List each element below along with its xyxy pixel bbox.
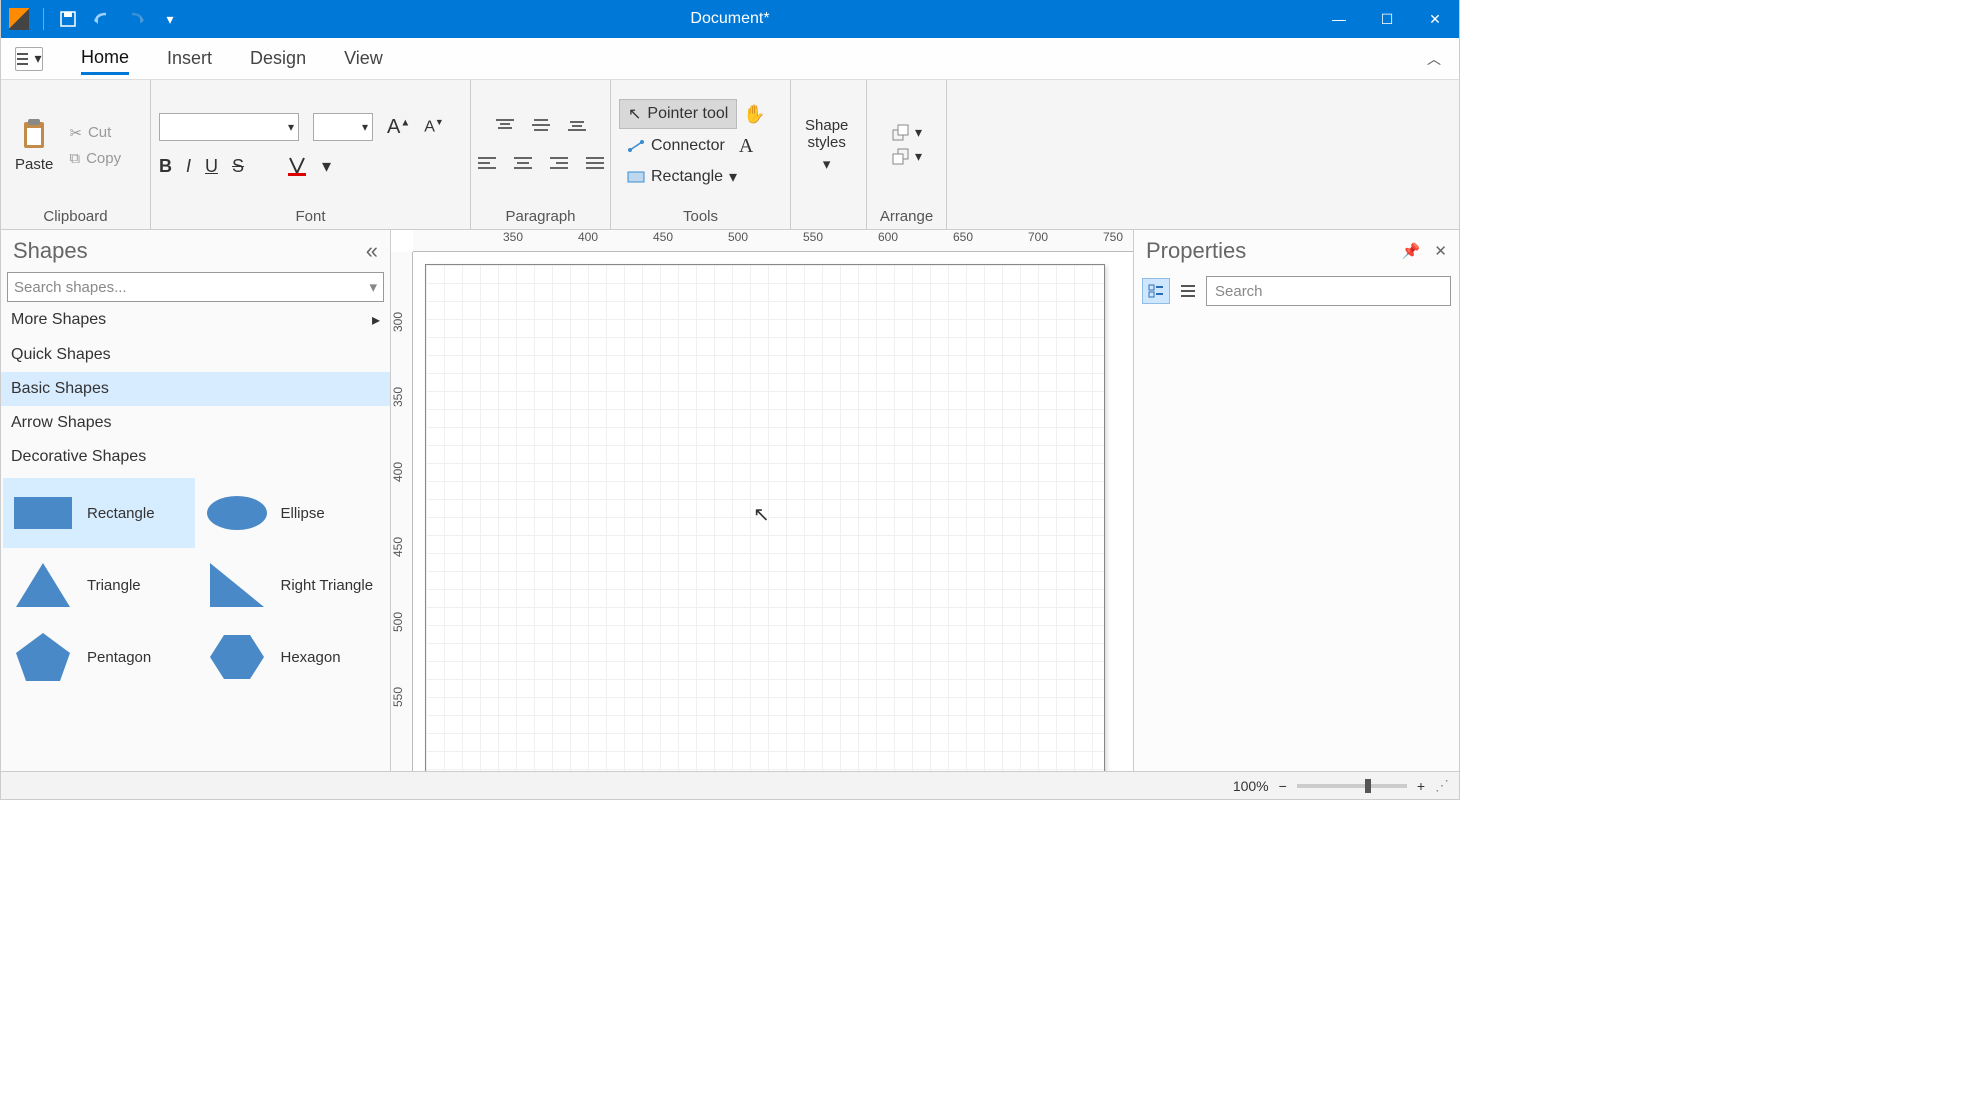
rectangle-dropdown-icon[interactable]: ▾ (729, 167, 737, 187)
pointer-icon: ↖ (628, 104, 641, 124)
paste-button[interactable]: Paste (9, 114, 59, 177)
status-bar: 100% − + ⋰ (1, 771, 1459, 799)
align-justify-icon[interactable] (584, 155, 606, 173)
font-color-button[interactable] (286, 155, 308, 177)
group-tools-label: Tools (619, 206, 782, 227)
shape-hexagon[interactable]: Hexagon (197, 622, 389, 692)
grow-font-icon[interactable]: A▲ (387, 116, 410, 139)
zoom-level-label[interactable]: 100% (1233, 778, 1269, 794)
align-bottom-icon[interactable] (566, 117, 588, 135)
quick-shapes-category[interactable]: Quick Shapes (1, 338, 390, 372)
group-paragraph-label: Paragraph (479, 206, 602, 227)
zoom-out-icon[interactable]: − (1279, 778, 1287, 794)
shape-styles-button[interactable]: Shape styles ▾ (799, 113, 854, 177)
canvas[interactable]: ↖ (413, 252, 1133, 771)
zoom-slider[interactable] (1297, 784, 1407, 788)
shape-rectangle[interactable]: Rectangle (3, 478, 195, 548)
pin-icon[interactable]: 📌 (1402, 242, 1421, 260)
canvas-area: 350 400 450 500 550 600 650 700 750 300 … (391, 230, 1133, 771)
align-right-icon[interactable] (548, 155, 570, 173)
shape-ellipse[interactable]: Ellipse (197, 478, 389, 548)
bring-forward-button[interactable]: ▾ (891, 124, 922, 142)
shape-right-triangle[interactable]: Right Triangle (197, 550, 389, 620)
arrow-shapes-category[interactable]: Arrow Shapes (1, 406, 390, 440)
rectangle-tool-button[interactable]: Rectangle ▾ (619, 163, 745, 191)
font-family-dropdown[interactable]: ▾ (159, 113, 299, 141)
properties-search-input[interactable]: Search (1206, 276, 1451, 306)
categorized-view-button[interactable] (1142, 278, 1170, 304)
cut-button[interactable]: ✂Cut (65, 122, 125, 144)
properties-panel-title: Properties (1146, 238, 1246, 264)
tab-view[interactable]: View (344, 44, 383, 73)
send-backward-icon (891, 148, 911, 166)
pan-tool-icon[interactable]: ✋ (743, 104, 765, 125)
shapes-search-input[interactable]: Search shapes... ▾ (7, 272, 384, 302)
align-top-icon[interactable] (494, 117, 516, 135)
shapes-panel: Shapes « Search shapes... ▾ More Shapes▸… (1, 230, 391, 771)
strike-button[interactable]: S (232, 156, 244, 177)
tab-home[interactable]: Home (81, 43, 129, 75)
shapes-panel-title: Shapes (13, 238, 88, 264)
shape-triangle[interactable]: Triangle (3, 550, 195, 620)
text-tool-icon[interactable]: A (739, 135, 753, 158)
send-backward-button[interactable]: ▾ (891, 148, 922, 166)
chevron-down-icon[interactable]: ▾ (369, 278, 377, 296)
cut-icon: ✂ (69, 124, 82, 142)
document-title: Document* (1, 10, 1459, 28)
pointer-tool-button[interactable]: ↖ Pointer tool (619, 99, 737, 129)
vertical-ruler[interactable]: 300 350 400 450 500 550 (391, 252, 413, 771)
connector-tool-button[interactable]: Connector (619, 133, 733, 159)
horizontal-ruler[interactable]: 350 400 450 500 550 600 650 700 750 (413, 230, 1133, 252)
decorative-shapes-category[interactable]: Decorative Shapes (1, 440, 390, 474)
bring-forward-icon (891, 124, 911, 142)
align-center-icon[interactable] (512, 155, 534, 173)
resize-grip-icon[interactable]: ⋰ (1435, 777, 1449, 794)
font-color-dropdown-icon[interactable]: ▾ (322, 156, 331, 177)
tab-design[interactable]: Design (250, 44, 306, 73)
connector-icon (627, 139, 645, 153)
cursor-icon: ↖ (753, 502, 770, 527)
rectangle-icon (627, 171, 645, 183)
ribbon: Paste ✂Cut ⧉Copy Clipboard ▾ ▾ A▲ A▼ B I… (1, 80, 1459, 230)
shrink-font-icon[interactable]: A▼ (424, 117, 444, 136)
tab-insert[interactable]: Insert (167, 44, 212, 73)
group-arrange-label: Arrange (875, 206, 938, 227)
italic-button[interactable]: I (186, 156, 191, 177)
close-panel-icon[interactable]: ✕ (1434, 242, 1447, 260)
file-menu-button[interactable]: ▾ (15, 47, 43, 71)
ribbon-tabs: ▾ Home Insert Design View ︿ (1, 38, 1459, 80)
bold-button[interactable]: B (159, 156, 172, 177)
underline-button[interactable]: U (205, 156, 218, 177)
align-left-icon[interactable] (476, 155, 498, 173)
shape-pentagon[interactable]: Pentagon (3, 622, 195, 692)
shape-styles-label: Shape styles (805, 117, 848, 151)
font-size-dropdown[interactable]: ▾ (313, 113, 373, 141)
ribbon-collapse-icon[interactable]: ︿ (1427, 49, 1441, 69)
zoom-in-icon[interactable]: + (1417, 778, 1425, 794)
collapse-panel-icon[interactable]: « (366, 238, 378, 264)
paste-icon (20, 118, 48, 152)
paste-label: Paste (15, 156, 53, 173)
more-shapes-category[interactable]: More Shapes▸ (1, 302, 390, 338)
group-clipboard-label: Clipboard (9, 206, 142, 227)
group-font-label: Font (159, 206, 462, 227)
copy-button[interactable]: ⧉Copy (65, 148, 125, 169)
align-middle-icon[interactable] (530, 117, 552, 135)
alphabetical-view-button[interactable] (1174, 278, 1202, 304)
basic-shapes-category[interactable]: Basic Shapes (1, 372, 390, 406)
title-bar: ▾ Document* — ☐ ✕ (1, 0, 1459, 38)
copy-icon: ⧉ (69, 150, 80, 167)
properties-panel: Properties 📌 ✕ Search (1133, 230, 1459, 771)
